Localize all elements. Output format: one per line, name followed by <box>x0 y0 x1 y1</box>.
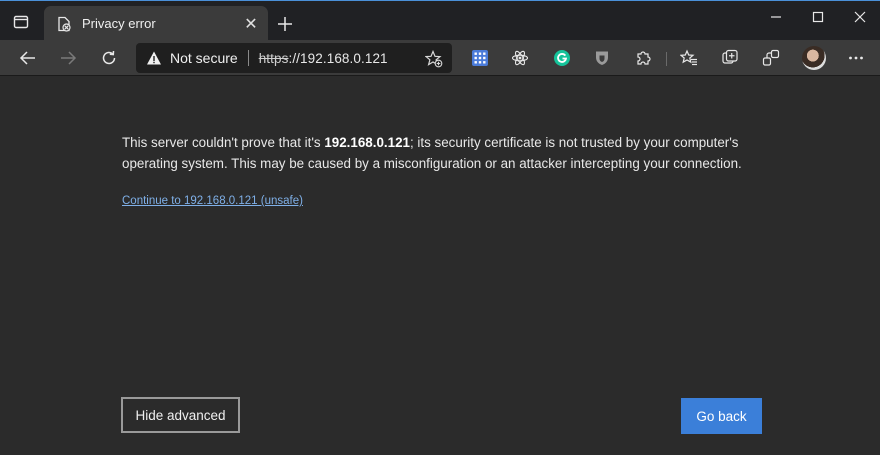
warning-triangle-icon[interactable] <box>146 50 162 66</box>
message-part-1: This server couldn't prove that it's <box>122 135 325 150</box>
puzzle-extensions-icon[interactable] <box>629 44 657 72</box>
share-icon[interactable] <box>757 44 785 72</box>
tab-close-icon[interactable]: ✕ <box>240 13 262 35</box>
page-content: This server couldn't prove that it's 192… <box>0 77 880 455</box>
hide-advanced-button[interactable]: Hide advanced <box>121 397 240 433</box>
minimize-icon[interactable] <box>756 1 796 33</box>
grammarly-extension-icon[interactable] <box>548 44 576 72</box>
new-tab-icon[interactable] <box>274 13 296 35</box>
warning-page-icon <box>56 16 72 32</box>
url-text[interactable]: https://192.168.0.121 <box>259 51 388 66</box>
add-favorite-icon[interactable] <box>424 49 444 69</box>
toolbar: Not secure https://192.168.0.121 <box>0 40 880 76</box>
more-icon[interactable] <box>842 44 870 72</box>
refresh-icon[interactable] <box>95 44 123 72</box>
not-secure-label[interactable]: Not secure <box>170 50 238 66</box>
profile-avatar[interactable] <box>802 46 826 70</box>
collections-icon[interactable] <box>716 44 744 72</box>
tab-title: Privacy error <box>82 16 156 31</box>
tab-actions-icon[interactable] <box>10 11 32 33</box>
back-arrow-icon[interactable] <box>14 44 42 72</box>
window-close-icon[interactable] <box>840 1 880 33</box>
grid-extension-icon[interactable] <box>466 44 494 72</box>
favorites-icon[interactable] <box>675 44 703 72</box>
url-host: ://192.168.0.121 <box>288 50 388 66</box>
forward-arrow-icon[interactable] <box>54 44 82 72</box>
message-host: 192.168.0.121 <box>324 135 410 150</box>
title-bar: Privacy error ✕ <box>0 0 880 41</box>
maximize-icon[interactable] <box>798 1 838 33</box>
shield-extension-icon[interactable] <box>588 44 616 72</box>
warning-message: This server couldn't prove that it's 192… <box>122 132 762 174</box>
react-extension-icon[interactable] <box>506 44 534 72</box>
tab-privacy-error[interactable]: Privacy error ✕ <box>44 6 268 41</box>
url-scheme: https <box>258 50 289 66</box>
continue-unsafe-link[interactable]: Continue to 192.168.0.121 (unsafe) <box>122 195 303 207</box>
go-back-button[interactable]: Go back <box>681 398 762 434</box>
toolbar-divider <box>666 52 667 66</box>
address-separator <box>247 50 249 66</box>
address-bar[interactable]: Not secure https://192.168.0.121 <box>136 43 452 73</box>
